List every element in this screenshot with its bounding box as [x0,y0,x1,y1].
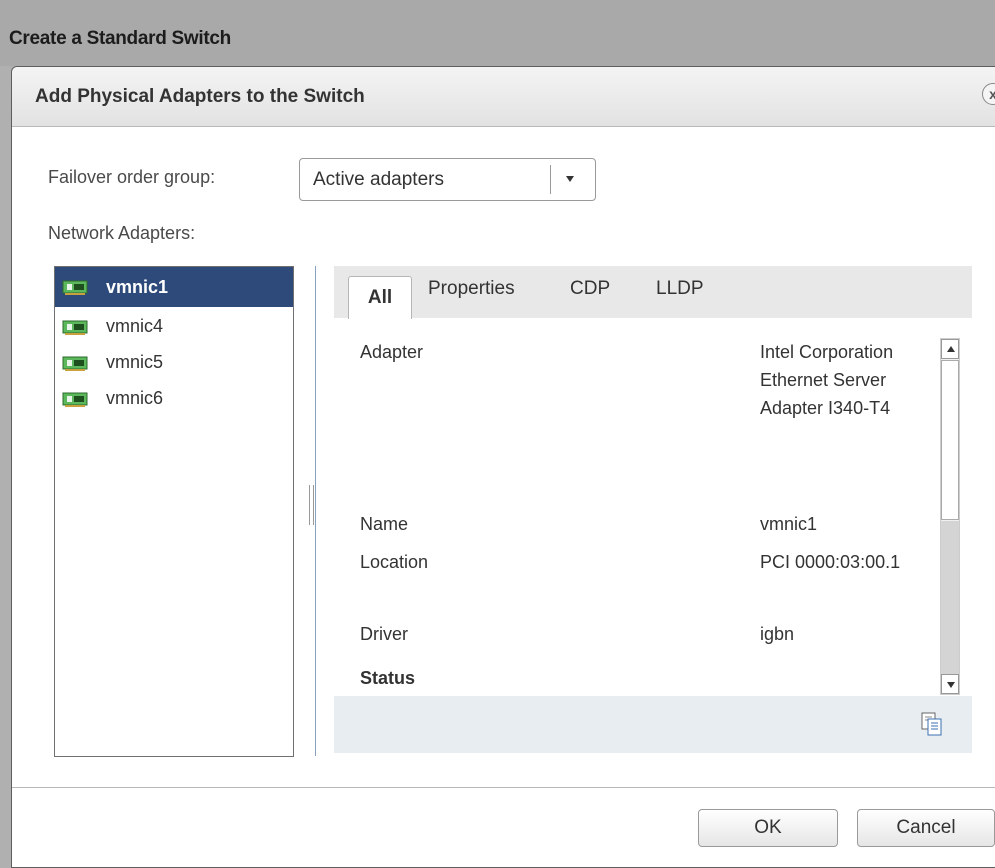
scroll-up-icon[interactable] [941,339,959,359]
adapter-details-panel: All Properties CDP LLDP Adapter Intel Co… [334,266,972,754]
prop-name-value: vmnic1 [760,514,818,534]
tab-properties[interactable]: Properties [428,278,515,300]
adapter-item-vmnic4[interactable]: vmnic4 [55,307,293,343]
status-section-header: Status [360,668,416,688]
adapter-name: vmnic1 [106,277,169,297]
cancel-button[interactable]: Cancel [857,809,995,847]
failover-order-select[interactable]: Active adapters [299,158,596,201]
outer-window-titlebar: Create a Standard Switch [0,0,995,66]
details-tab-strip: All Properties CDP LLDP [334,266,972,319]
prop-driver-label: Driver [360,624,408,644]
properties-scrollbar[interactable] [940,338,960,695]
dialog-header: Add Physical Adapters to the Switch x [12,67,995,127]
dropdown-arrow-icon[interactable] [566,176,574,182]
scrollbar-thumb[interactable] [941,360,959,520]
add-physical-adapters-dialog: Add Physical Adapters to the Switch x Fa… [11,66,995,868]
prop-name-label: Name [360,514,409,534]
dialog-title: Add Physical Adapters to the Switch [35,86,365,107]
select-divider [550,165,551,194]
failover-order-value: Active adapters [313,169,444,190]
splitter-grip-icon[interactable] [309,485,314,525]
network-adapters-label: Network Adapters: [48,223,196,243]
adapter-item-vmnic1[interactable]: vmnic1 [55,267,293,307]
prop-location-value: PCI 0000:03:00.1 [760,552,901,572]
network-adapter-icon [62,392,88,407]
prop-adapter-label: Adapter [360,342,424,362]
tab-all[interactable]: All [348,276,412,319]
prop-adapter-value: Intel Corporation Ethernet Server Adapte… [760,342,894,418]
adapter-name: vmnic5 [106,352,164,372]
prop-location-label: Location [360,552,429,572]
network-adapter-icon [62,320,88,335]
tab-lldp[interactable]: LLDP [656,278,704,300]
tab-cdp[interactable]: CDP [570,278,610,300]
properties-grid: Adapter Intel Corporation Ethernet Serve… [334,318,940,696]
network-adapter-icon [62,356,88,371]
scroll-down-icon[interactable] [941,674,959,694]
ok-button[interactable]: OK [698,809,838,847]
failover-order-label: Failover order group: [48,167,216,187]
copy-icon[interactable] [921,712,943,736]
footer-divider [12,787,995,788]
close-icon[interactable]: x [982,83,995,105]
network-adapter-icon [62,280,88,295]
outer-window-title: Create a Standard Switch [9,28,231,49]
panel-splitter[interactable] [315,266,316,756]
scrollbar-track [941,521,959,675]
network-adapter-list: vmnic1 vmnic4 vmnic5 vmnic6 [54,266,294,757]
adapter-item-vmnic6[interactable]: vmnic6 [55,379,293,415]
adapter-item-vmnic5[interactable]: vmnic5 [55,343,293,379]
adapter-name: vmnic6 [106,388,164,408]
prop-driver-value: igbn [760,624,795,644]
adapter-name: vmnic4 [106,316,164,336]
details-footer [334,696,972,753]
